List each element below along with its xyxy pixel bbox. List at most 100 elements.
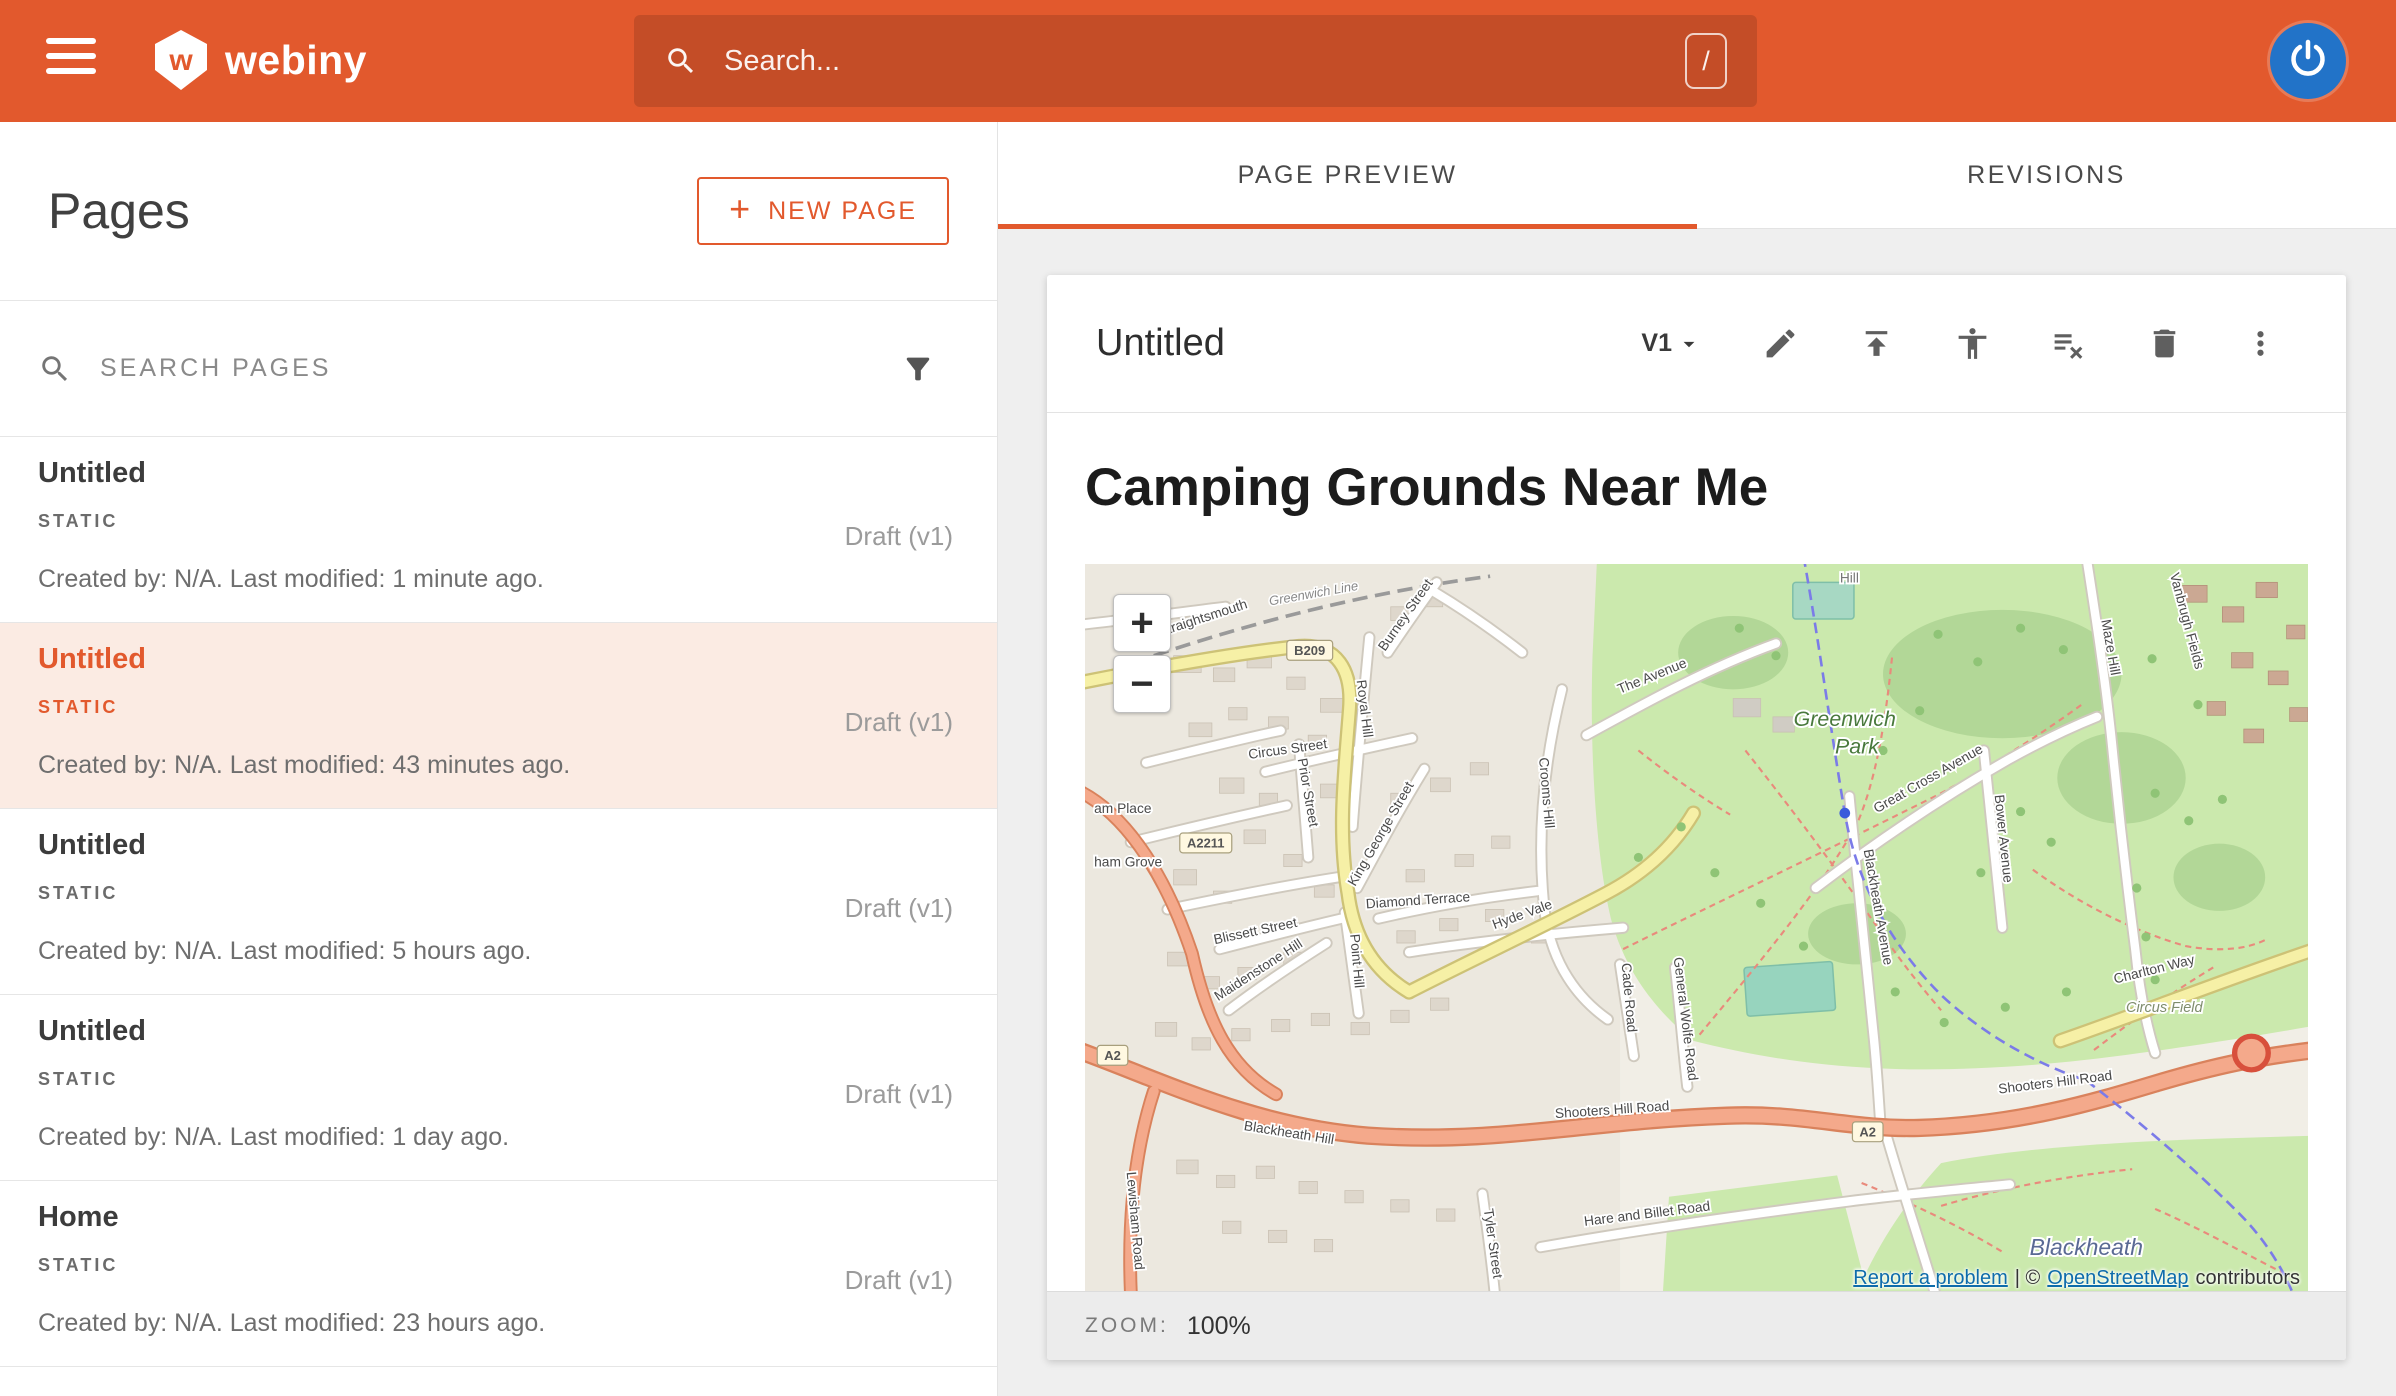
page-row-type-badge: STATIC: [38, 511, 118, 532]
page-list-item[interactable]: Untitled STATIC Draft (v1) Created by: N…: [0, 437, 997, 623]
zoom-in-button[interactable]: +: [1113, 594, 1171, 652]
tab-revisions[interactable]: REVISIONS: [1697, 122, 2396, 228]
map-marker-dot: [1839, 808, 1850, 819]
svg-text:A2: A2: [1859, 1124, 1876, 1139]
map-roundabout: [2235, 1036, 2269, 1070]
list-remove-icon: [2050, 325, 2087, 362]
more-options-button[interactable]: [2218, 302, 2302, 386]
publish-button[interactable]: [1834, 302, 1918, 386]
search-pages-input[interactable]: [100, 354, 901, 383]
edit-button[interactable]: [1738, 302, 1822, 386]
map-attribution: Report a problem | © OpenStreetMap contr…: [1853, 1267, 2300, 1290]
zoom-level-label: ZOOM:: [1085, 1314, 1169, 1338]
preview-page-title: Untitled: [1096, 322, 1641, 365]
version-label: V1: [1641, 329, 1672, 358]
zoom-out-button[interactable]: −: [1113, 655, 1171, 713]
page-list-item-selected[interactable]: Untitled STATIC Draft (v1) Created by: N…: [0, 623, 997, 809]
page-list-item[interactable]: Untitled STATIC Draft (v1) Created by: N…: [0, 995, 997, 1181]
hamburger-menu-icon[interactable]: [46, 38, 96, 83]
tab-bar: PAGE PREVIEW REVISIONS: [998, 122, 2396, 229]
page-row-meta: Created by: N/A. Last modified: 1 day ag…: [38, 1123, 509, 1152]
kebab-menu-icon: [2242, 325, 2279, 362]
power-icon: [2285, 38, 2331, 84]
unpublish-button[interactable]: [2026, 302, 2110, 386]
app-window: w webiny / Pages + NEW PAGE: [0, 0, 2396, 1396]
page-row-meta: Created by: N/A. Last modified: 5 hours …: [38, 937, 531, 966]
webiny-shield-icon: w: [152, 28, 210, 92]
page-row-status: Draft (v1): [845, 521, 953, 552]
map-zoom-controls: + −: [1113, 594, 1171, 713]
keyboard-shortcut-hint: /: [1685, 33, 1727, 89]
openstreetmap-link[interactable]: OpenStreetMap: [2047, 1267, 2188, 1290]
pages-header: Pages + NEW PAGE: [0, 122, 997, 301]
brand-logo[interactable]: w webiny: [152, 28, 367, 92]
page-row-title: Untitled: [38, 829, 146, 862]
new-page-button[interactable]: + NEW PAGE: [697, 177, 949, 245]
page-row-title: Untitled: [38, 457, 146, 490]
page-list-item[interactable]: Untitled STATIC Draft (v1) Created by: N…: [0, 809, 997, 995]
search-pages-row: [0, 301, 997, 437]
map-label: Park: [1835, 735, 1880, 759]
page-row-title: Untitled: [38, 643, 146, 676]
page-row-status: Draft (v1): [845, 707, 953, 738]
search-icon: [664, 44, 698, 78]
chevron-down-icon: [1676, 331, 1702, 357]
brand-wordmark: webiny: [225, 37, 367, 84]
trash-icon: [2146, 325, 2183, 362]
preview-card-header: Untitled V1: [1047, 275, 2346, 413]
person-icon: [1954, 325, 1991, 362]
openstreetmap-canvas: A2211 B209 A2 A2 Greenwich Park Blackhea…: [1085, 564, 2308, 1293]
map-label: ham Grove: [1094, 855, 1162, 870]
pages-list-panel: Pages + NEW PAGE Untitled STATIC Draft (…: [0, 122, 998, 1396]
page-row-status: Draft (v1): [845, 893, 953, 924]
report-problem-link[interactable]: Report a problem: [1853, 1267, 2008, 1290]
preview-status-bar: ZOOM: 100%: [1047, 1291, 2346, 1360]
svg-text:B209: B209: [1294, 643, 1325, 658]
svg-text:w: w: [168, 44, 193, 77]
page-row-meta: Created by: N/A. Last modified: 23 hours…: [38, 1309, 545, 1338]
page-row-meta: Created by: N/A. Last modified: 43 minut…: [38, 751, 570, 780]
map-label: Circus Field: [2126, 1000, 2204, 1016]
search-icon: [38, 352, 72, 386]
map-label: am Place: [1094, 801, 1152, 816]
page-content-heading: Camping Grounds Near Me: [1085, 457, 2308, 518]
map-label: Blackheath: [2030, 1234, 2143, 1260]
zoom-level-value: 100%: [1187, 1312, 1251, 1341]
page-row-title: Home: [38, 1201, 119, 1234]
page-author-button[interactable]: [1930, 302, 2014, 386]
map-label: Hill: [1840, 570, 1859, 585]
page-row-meta: Created by: N/A. Last modified: 1 minute…: [38, 565, 544, 594]
page-row-title: Untitled: [38, 1015, 146, 1048]
page-row-type-badge: STATIC: [38, 883, 118, 904]
tab-page-preview[interactable]: PAGE PREVIEW: [998, 122, 1697, 228]
global-search[interactable]: /: [634, 15, 1757, 107]
attribution-suffix: contributors: [2196, 1267, 2301, 1290]
page-row-type-badge: STATIC: [38, 697, 118, 718]
svg-text:A2211: A2211: [1187, 836, 1225, 851]
user-avatar[interactable]: [2270, 23, 2346, 99]
version-dropdown[interactable]: V1: [1641, 329, 1702, 358]
top-app-bar: w webiny /: [0, 0, 2396, 122]
map[interactable]: A2211 B209 A2 A2 Greenwich Park Blackhea…: [1085, 564, 2308, 1293]
page-title: Pages: [48, 182, 190, 240]
search-input[interactable]: [724, 45, 1685, 78]
publish-icon: [1858, 325, 1895, 362]
page-row-status: Draft (v1): [845, 1079, 953, 1110]
page-preview-card: Untitled V1: [1047, 275, 2346, 1360]
page-list-item[interactable]: Home STATIC Draft (v1) Created by: N/A. …: [0, 1181, 997, 1367]
page-row-type-badge: STATIC: [38, 1255, 118, 1276]
active-tab-underline: [998, 224, 1697, 229]
delete-button[interactable]: [2122, 302, 2206, 386]
filter-funnel-icon: [901, 352, 935, 386]
new-page-button-label: NEW PAGE: [768, 197, 917, 226]
plus-icon: +: [729, 188, 752, 230]
map-label: Greenwich: [1794, 707, 1896, 731]
pencil-icon: [1762, 325, 1799, 362]
page-details-panel: PAGE PREVIEW REVISIONS Untitled V1: [998, 122, 2396, 1396]
svg-text:A2: A2: [1104, 1048, 1121, 1063]
filter-button[interactable]: [901, 352, 935, 386]
page-row-status: Draft (v1): [845, 1265, 953, 1296]
preview-actions: [1738, 302, 2302, 386]
attribution-separator: | ©: [2015, 1267, 2041, 1290]
page-row-type-badge: STATIC: [38, 1069, 118, 1090]
